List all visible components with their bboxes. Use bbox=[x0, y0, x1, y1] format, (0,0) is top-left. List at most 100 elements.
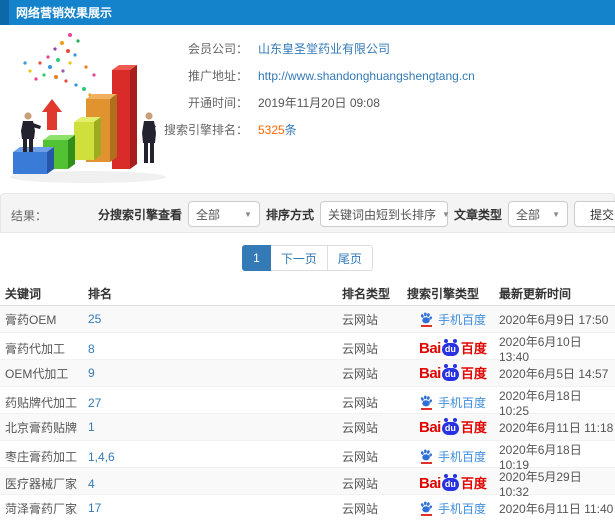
keyword-cell: 膏药代加工 bbox=[5, 342, 66, 356]
rank-type-cell: 云网站 bbox=[342, 312, 379, 327]
baidu-logo-cn: 百度 bbox=[460, 365, 487, 381]
article-type-value: 全部 bbox=[515, 207, 540, 222]
baidu-paw-icon: du bbox=[441, 474, 459, 491]
keyword-rank-table: 关键词 排名 排名类型 搜索引擎类型 最新更新时间 膏药OEM 25 云网站 手… bbox=[0, 281, 615, 520]
baidu-logo-bai: Bai bbox=[419, 364, 441, 382]
rank-type-cell: 云网站 bbox=[342, 366, 379, 381]
engine-cell: 手机百度 Bai du 百度 bbox=[407, 448, 499, 465]
keyword-cell: 膏药OEM bbox=[5, 312, 57, 327]
marketing-report-page: 网络营销效果展示 会员公司： 山东皇圣堂药业有限公司 推广地址： http://… bbox=[0, 0, 615, 520]
baidu-logo-bai: Bai bbox=[419, 340, 441, 357]
table-row: 北京膏药贴牌 1 云网站 百度 Bai du bbox=[0, 414, 615, 441]
updated-cell: 2020年6月11日 11:18 bbox=[499, 420, 614, 435]
submit-button[interactable]: 提交 bbox=[573, 201, 615, 227]
updated-cell: 2020年6月11日 11:40 bbox=[499, 501, 614, 516]
baidu-logo-cn: 百度 bbox=[460, 341, 487, 356]
engine-filter-value: 全部 bbox=[195, 207, 220, 222]
mobile-baidu-link[interactable]: 手机百度 bbox=[419, 500, 486, 517]
table-row: 菏泽膏药厂家 17 云网站 手机百度 Bai du bbox=[0, 495, 615, 520]
article-type-select[interactable]: 全部 ▼ bbox=[507, 201, 568, 227]
header-keyword: 关键词 bbox=[5, 286, 42, 301]
mobile-baidu-link[interactable]: 手机百度 bbox=[419, 448, 486, 465]
table-row: 膏药OEM 25 云网站 手机百度 Bai du bbox=[0, 306, 615, 333]
rank-type-cell: 云网站 bbox=[342, 477, 379, 491]
baidu-logo-link[interactable]: Bai du 百度 bbox=[419, 339, 487, 357]
baidu-logo-cn: 百度 bbox=[460, 419, 487, 435]
mobile-baidu-paw-icon bbox=[419, 449, 433, 464]
header-rank-type: 排名类型 bbox=[342, 286, 391, 301]
rank-type-cell: 云网站 bbox=[342, 501, 379, 516]
header-bar: 网络营销效果展示 bbox=[0, 0, 615, 25]
mobile-baidu-paw-icon bbox=[419, 311, 433, 327]
mobile-baidu-label: 手机百度 bbox=[438, 450, 487, 464]
engine-cell: 百度 Bai du 百度 bbox=[407, 363, 499, 382]
updated-cell: 2020年6月10日 13:40 bbox=[499, 335, 582, 364]
promo-url-label: 推广地址： bbox=[187, 69, 248, 83]
rank-link[interactable]: 1 bbox=[88, 420, 342, 434]
filter-bar: 结果： 分搜索引擎查看 全部 ▼ 排序方式 关键词由短到长排序 ▼ 文章类型 全… bbox=[0, 193, 615, 233]
keyword-cell: OEM代加工 bbox=[5, 366, 69, 381]
baidu-logo-link[interactable]: Bai du 百度 bbox=[419, 474, 487, 492]
promo-url-link[interactable]: http://www.shandonghuangshengtang.cn bbox=[258, 69, 475, 83]
engine-cell: 手机百度 Bai du 百度 bbox=[407, 500, 499, 517]
sort-filter-value: 关键词由短到长排序 bbox=[327, 207, 436, 222]
chevron-down-icon: ▼ bbox=[441, 209, 450, 219]
red-underline bbox=[420, 513, 432, 516]
member-company-label: 会员公司： bbox=[187, 42, 248, 56]
engine-cell: 百度 Bai du 百度 bbox=[407, 417, 499, 436]
baidu-logo-bai: Bai bbox=[419, 418, 441, 436]
rank-link[interactable]: 1,4,6 bbox=[88, 450, 342, 464]
company-info-section: 会员公司： 山东皇圣堂药业有限公司 推广地址： http://www.shand… bbox=[0, 25, 615, 193]
table-header-row: 关键词 排名 排名类型 搜索引擎类型 最新更新时间 bbox=[0, 281, 615, 306]
rank-count-unit[interactable]: 条 bbox=[285, 123, 297, 137]
pagination: 1 下一页 尾页 bbox=[0, 245, 615, 271]
engine-cell: 手机百度 Bai du 百度 bbox=[407, 311, 499, 328]
member-company-link[interactable]: 山东皇圣堂药业有限公司 bbox=[258, 40, 390, 57]
rank-link[interactable]: 25 bbox=[88, 312, 342, 326]
red-underline bbox=[420, 408, 432, 410]
rank-type-cell: 云网站 bbox=[342, 396, 379, 410]
rank-link[interactable]: 27 bbox=[88, 396, 342, 410]
open-time-row: 开通时间： 2019年11月20日 09:08 bbox=[0, 89, 615, 116]
updated-cell: 2020年6月18日 10:25 bbox=[499, 389, 582, 418]
engine-filter-label: 分搜索引擎查看 bbox=[97, 207, 182, 222]
updated-cell: 2020年6月5日 14:57 bbox=[499, 366, 609, 381]
keyword-cell: 医疗器械厂家 bbox=[5, 477, 78, 491]
mobile-baidu-paw-icon bbox=[419, 395, 433, 410]
red-underline bbox=[420, 462, 432, 464]
rank-link[interactable]: 9 bbox=[88, 366, 342, 380]
baidu-paw-icon: du bbox=[441, 417, 459, 435]
baidu-logo-link[interactable]: Bai du 百度 bbox=[419, 363, 487, 382]
article-type-label: 文章类型 bbox=[453, 207, 502, 222]
rank-type-cell: 云网站 bbox=[342, 342, 379, 356]
baidu-logo-bai: Bai bbox=[419, 475, 441, 492]
table-body: 膏药OEM 25 云网站 手机百度 Bai du bbox=[0, 306, 615, 520]
baidu-logo-cn: 百度 bbox=[460, 476, 487, 491]
mobile-baidu-label: 手机百度 bbox=[438, 312, 487, 327]
table-row: 医疗器械厂家 4 云网站 百度 Bai du bbox=[0, 468, 615, 499]
last-page-button[interactable]: 尾页 bbox=[326, 245, 373, 271]
baidu-paw-icon: du bbox=[441, 339, 459, 356]
updated-cell: 2020年5月29日 10:32 bbox=[499, 470, 582, 499]
rank-link[interactable]: 8 bbox=[88, 342, 342, 356]
mobile-baidu-link[interactable]: 手机百度 bbox=[419, 311, 486, 328]
rank-link[interactable]: 4 bbox=[88, 477, 342, 491]
sort-filter-select[interactable]: 关键词由短到长排序 ▼ bbox=[319, 201, 450, 227]
rank-type-cell: 云网站 bbox=[342, 420, 379, 435]
rank-count-number: 5325 bbox=[258, 123, 285, 137]
mobile-baidu-paw-icon bbox=[419, 500, 433, 516]
mobile-baidu-link[interactable]: 手机百度 bbox=[419, 394, 486, 411]
filter-controls: 分搜索引擎查看 全部 ▼ 排序方式 关键词由短到长排序 ▼ 文章类型 全部 ▼ … bbox=[98, 201, 615, 227]
rank-link[interactable]: 17 bbox=[88, 501, 342, 515]
next-page-button[interactable]: 下一页 bbox=[269, 245, 328, 271]
baidu-logo-link[interactable]: Bai du 百度 bbox=[419, 417, 487, 436]
table-row: 膏药代加工 8 云网站 百度 Bai du bbox=[0, 333, 615, 364]
company-info-fields: 会员公司： 山东皇圣堂药业有限公司 推广地址： http://www.shand… bbox=[0, 35, 615, 143]
engine-cell: 百度 Bai du 百度 bbox=[407, 474, 499, 492]
engine-cell: 手机百度 Bai du 百度 bbox=[407, 394, 499, 411]
page-title: 网络营销效果展示 bbox=[16, 6, 113, 20]
keyword-cell: 药贴牌代加工 bbox=[5, 396, 78, 410]
engine-filter-select[interactable]: 全部 ▼ bbox=[187, 201, 260, 227]
baidu-paw-icon: du bbox=[441, 363, 459, 381]
page-1-button[interactable]: 1 bbox=[242, 245, 271, 271]
